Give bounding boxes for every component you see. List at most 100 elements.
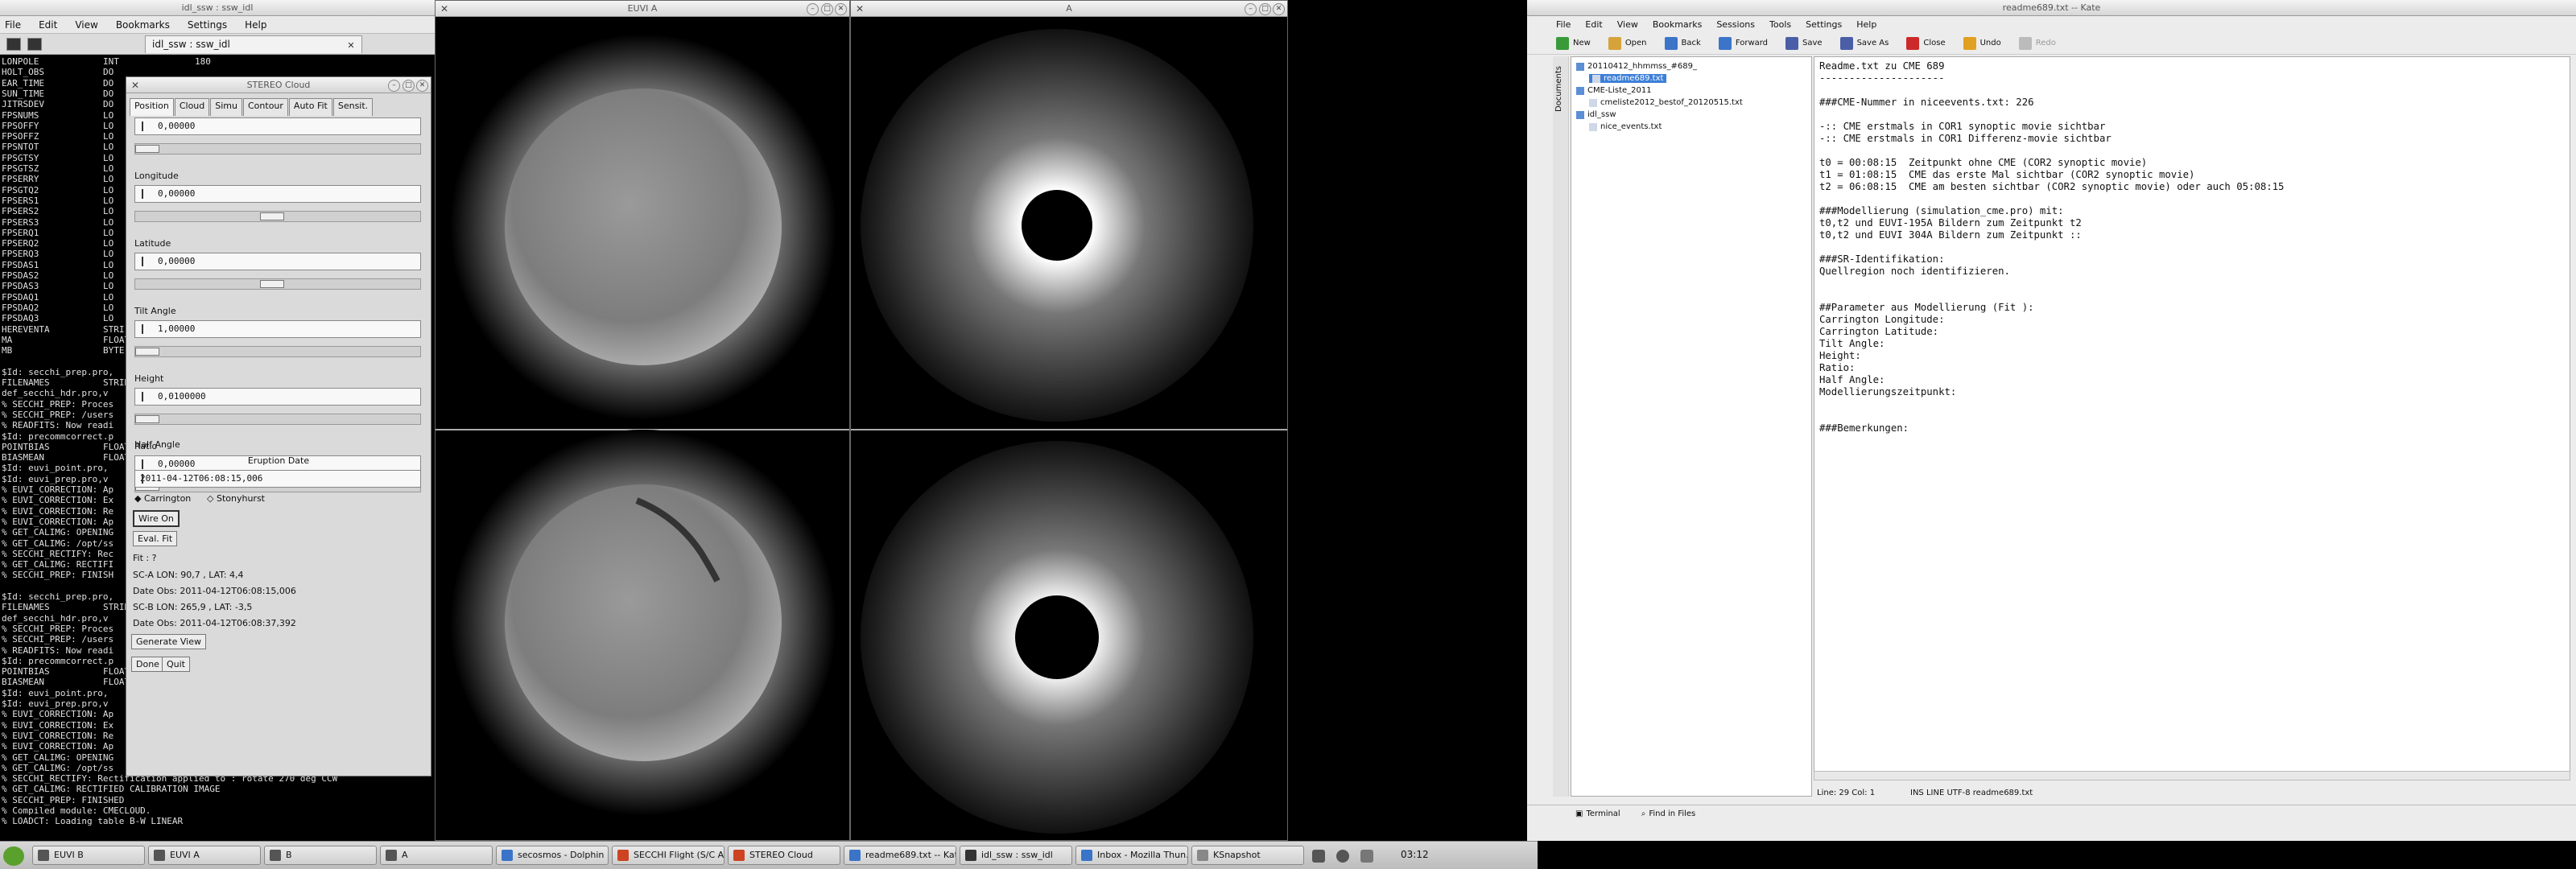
wire-on-button[interactable]: Wire On: [133, 510, 180, 527]
minimize-icon[interactable]: –: [1245, 3, 1257, 15]
kate-titlebar[interactable]: readme689.txt -- Kate: [1527, 0, 2576, 16]
radio-stonyhurst[interactable]: ◇ Stonyhurst: [207, 493, 265, 504]
taskbar-entry[interactable]: secosmos - Dolphin: [496, 846, 609, 865]
tab-simu[interactable]: Simu: [210, 98, 242, 116]
menu-edit[interactable]: Edit: [39, 19, 57, 31]
radio-carrington[interactable]: ◆ Carrington: [134, 493, 191, 504]
terminal-icon[interactable]: [27, 38, 42, 51]
close-icon[interactable]: ✕: [416, 80, 428, 92]
param-slider-4[interactable]: [134, 414, 421, 425]
close-tab-icon[interactable]: ✕: [345, 40, 357, 51]
kde-menu-icon[interactable]: [3, 846, 24, 866]
param-field-3[interactable]: 1,00000: [134, 320, 421, 338]
new-button[interactable]: New: [1556, 36, 1591, 50]
kate-menu-file[interactable]: File: [1556, 19, 1571, 30]
cor-a-titlebar[interactable]: ✕ A – □ ✕: [851, 1, 1287, 17]
close-icon[interactable]: ✕: [835, 3, 847, 15]
documents-sidebar-tab[interactable]: Documents: [1553, 56, 1569, 797]
done-button[interactable]: Done: [131, 657, 164, 672]
close-button[interactable]: Close: [1906, 36, 1946, 50]
open-button[interactable]: Open: [1608, 36, 1647, 50]
save-as-button[interactable]: Save As: [1839, 36, 1889, 50]
slider-thumb[interactable]: [135, 348, 159, 356]
taskbar-entry[interactable]: Inbox - Mozilla Thun…: [1075, 846, 1188, 865]
close-icon[interactable]: ✕: [1273, 3, 1285, 15]
undo-button[interactable]: Undo: [1963, 36, 2001, 50]
clock[interactable]: 03:12: [1401, 849, 1429, 860]
param-field-4[interactable]: 0,0100000: [134, 388, 421, 406]
battery-icon[interactable]: [1360, 850, 1373, 863]
taskbar-entry[interactable]: A: [380, 846, 493, 865]
tree-item[interactable]: 20110412_hhmmss_#689_: [1576, 62, 1697, 71]
param-slider-1[interactable]: [134, 211, 421, 222]
konsole-titlebar[interactable]: idl_ssw : ssw_idl: [0, 0, 435, 16]
tab-position[interactable]: Position: [130, 98, 174, 116]
kate-menu-tools[interactable]: Tools: [1769, 19, 1791, 30]
tab-sensit-[interactable]: Sensit.: [332, 98, 374, 116]
taskbar-entry[interactable]: readme689.txt -- Kate: [844, 846, 956, 865]
param-slider-3[interactable]: [134, 346, 421, 357]
tree-item[interactable]: readme689.txt: [1589, 74, 1667, 83]
kate-menu-edit[interactable]: Edit: [1585, 19, 1602, 30]
menu-file[interactable]: File: [5, 19, 21, 31]
euvi-a-titlebar[interactable]: ✕ EUVI A – □ ✕: [436, 1, 849, 17]
new-tab-icon[interactable]: [6, 38, 21, 51]
back-button[interactable]: Back: [1664, 36, 1701, 50]
kate-menu-settings[interactable]: Settings: [1806, 19, 1842, 30]
horizontal-scrollbar[interactable]: [1814, 771, 2570, 780]
konsole-tab[interactable]: idl_ssw : ssw_idl ✕: [145, 35, 362, 53]
param-field-1[interactable]: 0,00000: [134, 185, 421, 203]
taskbar-entry[interactable]: idl_ssw : ssw_idl: [960, 846, 1072, 865]
taskbar-entry[interactable]: B: [264, 846, 377, 865]
slider-thumb[interactable]: [259, 280, 284, 288]
param-slider-2[interactable]: [134, 278, 421, 290]
taskbar-entry[interactable]: STEREO Cloud: [728, 846, 840, 865]
tab-contour[interactable]: Contour: [243, 98, 288, 116]
stereo-titlebar[interactable]: ✕ STEREO Cloud – □ ✕: [126, 77, 431, 93]
tab-cloud[interactable]: Cloud: [174, 98, 210, 116]
minimize-icon[interactable]: –: [807, 3, 819, 15]
param-slider-0[interactable]: [134, 143, 421, 154]
terminal-line-name: FPSNUMS: [2, 109, 39, 121]
terminal-line-name: JITRSDEV: [2, 99, 44, 110]
network-icon[interactable]: [1312, 850, 1325, 863]
volume-icon[interactable]: [1336, 850, 1349, 863]
maximize-icon[interactable]: □: [402, 80, 415, 92]
tree-item[interactable]: nice_events.txt: [1589, 122, 1662, 131]
menu-view[interactable]: View: [75, 19, 97, 31]
slider-thumb[interactable]: [135, 415, 159, 423]
slider-thumb[interactable]: [135, 145, 159, 153]
slider-thumb[interactable]: [259, 212, 284, 220]
save-button[interactable]: Save: [1785, 36, 1823, 50]
taskbar-entry[interactable]: EUVI A: [148, 846, 261, 865]
param-field-2[interactable]: 0,00000: [134, 253, 421, 270]
eval-fit-button[interactable]: Eval. Fit: [133, 531, 178, 546]
coronagraph-images[interactable]: [851, 18, 1287, 838]
kate-menu-view[interactable]: View: [1617, 19, 1638, 30]
tree-item[interactable]: cmeliste2012_bestof_20120515.txt: [1589, 98, 1743, 107]
param-field-0[interactable]: 0,00000: [134, 117, 421, 135]
kate-menu-help[interactable]: Help: [1856, 19, 1876, 30]
tree-item[interactable]: CME-Liste_2011: [1576, 86, 1652, 95]
taskbar-entry[interactable]: KSnapshot: [1191, 846, 1304, 865]
forward-button[interactable]: Forward: [1718, 36, 1768, 50]
taskbar-entry[interactable]: SECCHI Flight (S/C A…: [612, 846, 724, 865]
find-in-files-tab[interactable]: ⌕ Find in Files: [1641, 809, 1696, 818]
kate-menu-sessions[interactable]: Sessions: [1716, 19, 1755, 30]
quit-button[interactable]: Quit: [162, 657, 190, 672]
maximize-icon[interactable]: □: [1259, 3, 1271, 15]
menu-bookmarks[interactable]: Bookmarks: [116, 19, 170, 31]
tab-auto-fit[interactable]: Auto Fit: [288, 98, 332, 116]
menu-help[interactable]: Help: [245, 19, 266, 31]
text-editor[interactable]: Readme.txt zu CME 689 -------------------…: [1814, 56, 2570, 780]
eruption-date-field[interactable]: 2011-04-12T06:08:15,006: [134, 470, 421, 488]
tree-item[interactable]: idl_ssw: [1576, 110, 1616, 119]
menu-settings[interactable]: Settings: [188, 19, 227, 31]
terminal-tab[interactable]: ▣ Terminal: [1575, 809, 1620, 818]
taskbar-entry[interactable]: EUVI B: [32, 846, 145, 865]
euvi-images[interactable]: [436, 18, 849, 838]
generate-view-button[interactable]: Generate View: [131, 634, 206, 649]
maximize-icon[interactable]: □: [821, 3, 833, 15]
minimize-icon[interactable]: –: [388, 80, 400, 92]
kate-menu-bookmarks[interactable]: Bookmarks: [1653, 19, 1702, 30]
